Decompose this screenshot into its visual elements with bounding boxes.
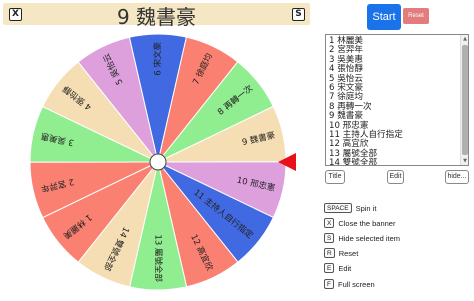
title-button[interactable]: Title	[325, 170, 345, 184]
shortcut-row: E Edit	[324, 263, 351, 274]
shortcut-row: S Hide selected item	[324, 233, 400, 244]
shortcut-key[interactable]: S	[324, 233, 335, 243]
shortcut-row: SPACE Spin it	[324, 203, 376, 214]
names-textarea[interactable]: 1 林麗美 2 宮羿年 3 吳美惠 4 張怡靜 5 吳怡云 6 宋文豪 7 徐庭均 8 再轉一…	[325, 34, 469, 166]
shortcut-row: X Close the banner	[324, 218, 395, 229]
scrollbar[interactable]: ▲ ▼	[460, 35, 468, 165]
scroll-up-icon[interactable]: ▲	[462, 36, 468, 42]
shortcut-label: Reset	[338, 249, 359, 258]
wheel-segment-label: 6 宋文豪	[152, 42, 163, 76]
shortcut-key[interactable]: F	[324, 279, 334, 289]
names-list: 1 林麗美 2 宮羿年 3 吳美惠 4 張怡靜 5 吳怡云 6 宋文豪 7 徐庭均 8 再轉一…	[329, 36, 459, 166]
shortcut-key[interactable]: SPACE	[324, 203, 352, 213]
wheel-hub	[149, 153, 167, 171]
wheel[interactable]: 9 魏書豪10 邢忠憲11 主持人自行指定12 高宜欣13 屬號全部14 雙號全…	[0, 0, 320, 301]
shortcut-label: Edit	[338, 264, 352, 273]
shortcut-label: Spin it	[355, 204, 377, 213]
scroll-thumb[interactable]	[462, 45, 468, 155]
start-button[interactable]: Start	[367, 4, 401, 30]
shortcut-label: Full screen	[337, 280, 375, 289]
wheel-segment-label: 13 屬號全部	[153, 234, 164, 282]
reset-button[interactable]: Reset	[403, 8, 429, 24]
shortcut-key[interactable]: E	[324, 263, 335, 273]
shortcut-row: F Full screen	[324, 279, 375, 290]
edit-button[interactable]: Edit	[387, 170, 404, 184]
shortcut-key[interactable]: X	[324, 218, 335, 228]
shortcut-label: Hide selected item	[338, 234, 401, 243]
name-entry: 14 雙號全部	[329, 158, 378, 166]
scroll-down-icon[interactable]: ▼	[462, 158, 468, 164]
shortcut-label: Close the banner	[338, 219, 396, 228]
shortcut-key[interactable]: R	[324, 248, 335, 258]
shortcut-row: R Reset	[324, 248, 358, 259]
hide-button[interactable]: hide...	[445, 170, 469, 184]
